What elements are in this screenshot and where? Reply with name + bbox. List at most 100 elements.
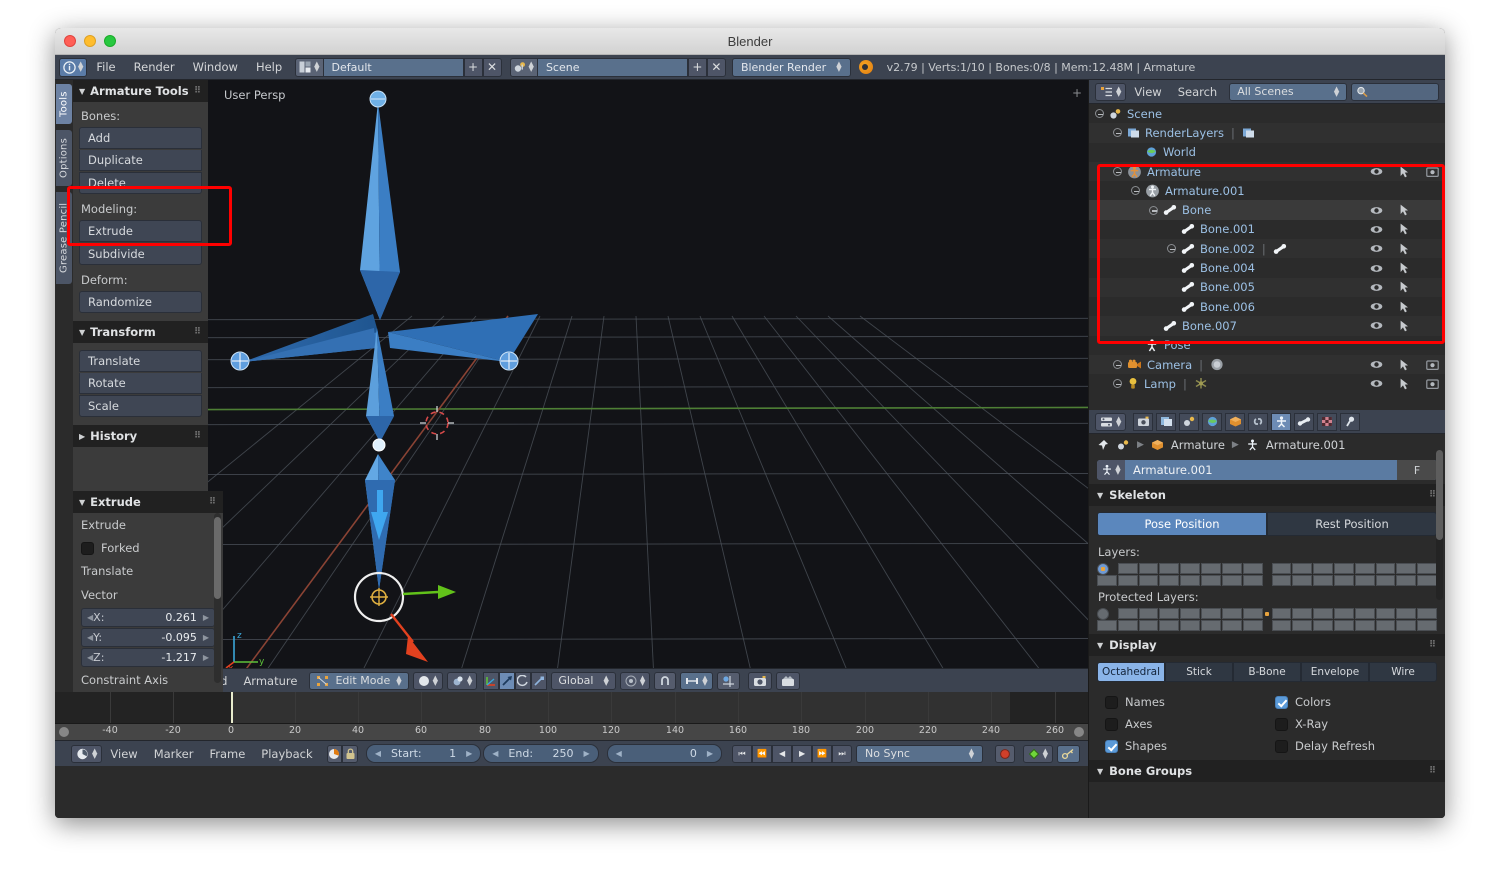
layer-cell[interactable] [1271, 575, 1292, 586]
renderlayer-icon[interactable] [1242, 127, 1255, 139]
frame-start-field[interactable]: ◀ Start: 1 ▶ [365, 744, 482, 763]
protected-layer-cell[interactable] [1201, 608, 1221, 619]
lamp-data-icon[interactable] [1194, 377, 1208, 390]
protected-layer-cell[interactable] [1292, 620, 1313, 631]
outliner-restrict-columns[interactable] [1370, 301, 1439, 313]
renderability-toggle[interactable] [1426, 378, 1439, 390]
layer-cell[interactable] [1201, 575, 1221, 586]
timeline-menu-marker[interactable]: Marker [146, 742, 202, 766]
outliner-item-label[interactable]: Bone.006 [1200, 300, 1255, 314]
properties-tab-render[interactable] [1133, 412, 1154, 431]
scene-icon[interactable]: ▲ ▼ [509, 57, 538, 77]
manipulator-group[interactable] [483, 671, 548, 690]
layers-grid-left[interactable] [1097, 563, 1263, 586]
skeleton-section-header[interactable]: ▼ Skeleton ⠿ [1089, 484, 1445, 506]
protected-layer-cell[interactable] [1271, 608, 1292, 619]
renderability-toggle[interactable] [1426, 166, 1439, 178]
selectability-toggle[interactable] [1400, 262, 1409, 274]
outliner-item-label[interactable]: Lamp [1144, 377, 1176, 391]
bone-groups-section-header[interactable]: ▼ Bone Groups ⠿ [1089, 760, 1445, 782]
outliner-row-world[interactable]: World [1089, 143, 1445, 162]
delay-refresh-checkbox[interactable] [1275, 739, 1288, 753]
add-bone-button[interactable]: Add [79, 127, 202, 149]
manipulator-translate-icon[interactable] [499, 671, 516, 690]
breadcrumb-object-name[interactable]: Armature [1171, 438, 1225, 452]
armature-layers[interactable] [1097, 563, 1437, 586]
datablock-type-icon[interactable]: ▲ ▼ [1097, 460, 1125, 480]
visibility-toggle[interactable] [1370, 243, 1383, 254]
protected-layer-cell[interactable] [1375, 620, 1396, 631]
outliner-row-camera[interactable]: Camera | [1089, 354, 1445, 375]
forked-checkbox[interactable] [81, 541, 94, 555]
layer-cell[interactable] [1271, 563, 1292, 574]
increment-arrow-icon[interactable]: ▶ [583, 749, 589, 758]
snap-target-selector[interactable]: ▲ ▼ [680, 671, 713, 690]
protected-layer-cell[interactable] [1417, 608, 1437, 619]
protected-layer-cell[interactable] [1333, 620, 1354, 631]
timeline-menu-frame[interactable]: Frame [201, 742, 253, 766]
editor-type-info-icon[interactable]: ▲ ▼ [59, 57, 88, 77]
outliner-search-field[interactable] [1351, 82, 1439, 101]
display-envelope-button[interactable]: Envelope [1301, 662, 1369, 682]
protected-layer-cell[interactable] [1180, 620, 1201, 631]
opengl-overlay-icon[interactable] [716, 671, 740, 690]
protected-layer-cell[interactable] [1354, 620, 1375, 631]
names-checkbox[interactable] [1105, 695, 1118, 709]
outliner-row-renderlayers[interactable]: RenderLayers | [1089, 123, 1445, 143]
protected-layer-cell[interactable] [1271, 620, 1292, 631]
maximize-button[interactable] [104, 35, 116, 47]
outliner-menu-search[interactable]: Search [1170, 80, 1226, 104]
pivot-point-selector[interactable]: ▲ ▼ [447, 671, 478, 690]
outliner-row-bone[interactable]: Bone [1089, 200, 1445, 220]
protected-layer-cell[interactable] [1221, 620, 1242, 631]
randomize-button[interactable]: Randomize [79, 291, 202, 313]
visibility-toggle[interactable] [1370, 282, 1383, 293]
layer-cell[interactable] [1375, 575, 1396, 586]
outliner-row-bone-002[interactable]: Bone.002 | [1089, 239, 1445, 259]
layer-cell[interactable] [1354, 563, 1375, 574]
scene-name-field[interactable]: Scene [537, 57, 688, 77]
timeline-menu-view[interactable]: View [102, 742, 145, 766]
outliner-row-bone-007[interactable]: Bone.007 [1089, 316, 1445, 336]
properties-tab-armature-data[interactable] [1271, 412, 1292, 431]
layout-spinner-icon[interactable]: ▲ ▼ [314, 61, 319, 73]
visibility-toggle[interactable] [1370, 301, 1383, 312]
properties-scrollbar[interactable] [1436, 450, 1443, 600]
layer-cell[interactable] [1117, 563, 1138, 574]
timeline-ruler[interactable]: -40 -20 0 20 40 60 80 100 120 140 160 18… [55, 724, 1088, 740]
increment-arrow-icon[interactable]: ▶ [466, 749, 472, 758]
breadcrumb-data-name[interactable]: Armature.001 [1266, 438, 1346, 452]
names-checkbox-row[interactable]: Names [1097, 691, 1267, 713]
outliner-item-label[interactable]: RenderLayers [1145, 126, 1224, 140]
colors-checkbox[interactable] [1275, 695, 1288, 709]
spinner-arrows[interactable]: ▲▼ [640, 674, 645, 686]
screen-layout-icon[interactable]: ▲ ▼ [295, 57, 324, 77]
duplicate-bone-button[interactable]: Duplicate [79, 150, 202, 171]
display-stick-button[interactable]: Stick [1165, 662, 1233, 682]
selectability-toggle[interactable] [1400, 378, 1409, 390]
menu-help[interactable]: Help [247, 55, 291, 80]
outliner-row-bone-005[interactable]: Bone.005 [1089, 277, 1445, 297]
visibility-toggle[interactable] [1370, 205, 1383, 216]
delete-layout-button[interactable]: ✕ [482, 57, 502, 77]
selectability-toggle[interactable] [1400, 223, 1409, 235]
outliner-restrict-columns[interactable] [1370, 223, 1439, 235]
increment-arrow-icon[interactable]: ▶ [203, 613, 209, 622]
manipulator-scale-icon[interactable] [531, 671, 548, 690]
timeline-menu-playback[interactable]: Playback [253, 742, 320, 766]
outliner-restrict-columns[interactable] [1370, 204, 1439, 216]
properties-tab-renderlayers[interactable] [1156, 412, 1177, 431]
translate-button[interactable]: Translate [79, 350, 202, 372]
properties-tab-object[interactable] [1225, 412, 1246, 431]
shapes-checkbox-row[interactable]: Shapes [1097, 735, 1267, 757]
protected-layer-cell[interactable] [1159, 608, 1180, 619]
outliner-row-bone-006[interactable]: Bone.006 [1089, 297, 1445, 316]
layer-cell[interactable] [1097, 563, 1109, 575]
protected-layer-cell[interactable] [1201, 620, 1221, 631]
properties-tab-scene[interactable] [1179, 412, 1200, 431]
spinner-arrows[interactable]: ▲▼ [969, 747, 974, 759]
visibility-toggle[interactable] [1370, 378, 1383, 389]
render-engine-selector[interactable]: Blender Render ▲ ▼ [731, 57, 851, 77]
visibility-toggle[interactable] [1370, 320, 1383, 331]
selectability-toggle[interactable] [1400, 281, 1409, 293]
